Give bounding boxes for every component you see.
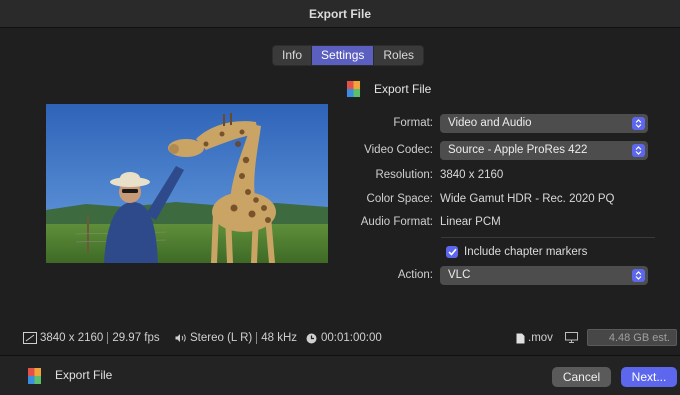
screen-size-icon [23,332,37,344]
tab-info[interactable]: Info [273,46,313,65]
resolution-row: Resolution: 3840 x 2160 [330,165,660,185]
status-audio: Stereo (L R) [190,332,253,344]
separator [107,332,109,344]
speaker-icon [175,334,186,342]
video-codec-popup[interactable]: Source - Apple ProRes 422 [440,140,648,160]
divider [441,237,655,238]
export-window: Export File Info Settings Roles Export F… [0,0,680,395]
action-popup[interactable]: VLC [440,265,648,285]
updown-chevron-icon [632,116,645,130]
export-header-label: Export File [374,81,432,96]
next-button[interactable]: Next... [621,367,677,387]
format-row: Format: Video and Audio [330,113,660,133]
video-codec-value: Source - Apple ProRes 422 [448,144,588,156]
chapter-markers-option[interactable]: Include chapter markers [446,243,587,261]
audio-format-value: Linear PCM [440,216,501,228]
separator [256,332,258,344]
action-value: VLC [448,269,471,281]
color-space-row: Color Space: Wide Gamut HDR - Rec. 2020 … [330,189,660,209]
final-cut-icon [346,79,361,98]
container-status: .mov [516,332,553,344]
video-codec-row: Video Codec: Source - Apple ProRes 422 [330,140,660,160]
final-cut-icon [27,367,42,385]
video-codec-label: Video Codec: [364,144,433,156]
giraffe-photo [46,104,328,263]
clock-icon [306,333,317,343]
chapter-markers-checkbox[interactable] [446,246,458,258]
tab-bar: Info Settings Roles [272,45,425,66]
checkmark-icon [447,248,457,256]
updown-chevron-icon [632,143,645,157]
audio-format-row: Audio Format: Linear PCM [330,212,660,232]
format-popup[interactable]: Video and Audio [440,113,648,133]
color-space-value: Wide Gamut HDR - Rec. 2020 PQ [440,193,615,205]
resolution-label: Resolution: [375,169,433,181]
status-fps: 29.97 fps [112,332,160,344]
status-sample-rate: 48 kHz [261,332,298,344]
resolution-value: 3840 x 2160 [440,169,504,181]
updown-chevron-icon [632,268,645,282]
preview-image [46,104,328,263]
color-space-label: Color Space: [366,193,433,205]
cancel-button[interactable]: Cancel [552,367,611,387]
export-header: Export File [346,79,431,98]
duration-status: 00:01:00:00 [306,332,382,344]
audio-format-label: Audio Format: [360,216,433,228]
status-bar: 3840 x 2160 29.97 fps Stereo (L R) 48 kH… [0,328,680,348]
action-label: Action: [397,269,433,281]
title-bar: Export File [0,0,680,28]
chapter-markers-label: Include chapter markers [464,246,588,258]
display-icon[interactable] [565,332,578,343]
tab-settings[interactable]: Settings [312,46,375,65]
tab-roles[interactable]: Roles [374,46,423,65]
document-icon [516,333,525,343]
format-value: Video and Audio [448,117,532,129]
footer-label: Export File [55,368,113,382]
action-row: Action: VLC [330,265,660,285]
status-resolution: 3840 x 2160 [40,332,104,344]
window-title: Export File [308,6,371,21]
resolution-status: 3840 x 2160 29.97 fps [23,332,160,344]
status-container: .mov [528,332,553,344]
format-label: Format: [393,117,433,129]
audio-status: Stereo (L R) 48 kHz [175,332,297,344]
size-estimate: 4.48 GB est. [587,329,677,346]
status-duration: 00:01:00:00 [321,332,382,344]
bottom-bar: Export File Cancel Next... [0,355,680,395]
